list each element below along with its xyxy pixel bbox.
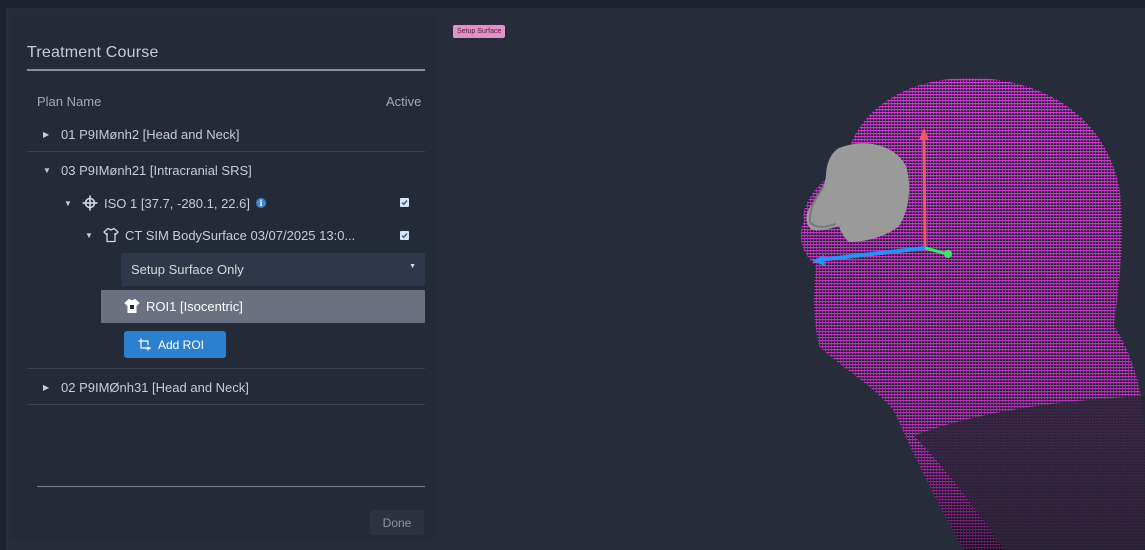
collapse-arrow-icon[interactable]: ▼ [43,166,51,175]
row-divider [27,368,425,369]
plan-row-03[interactable]: ▼ 03 P9IMønh21 [Intracranial SRS] [43,163,252,178]
plan-row-01[interactable]: ▶ 01 P9IMønh2 [Head and Neck] [43,127,240,142]
point-cloud-render[interactable] [444,16,1145,550]
done-button[interactable]: Done [370,510,424,535]
plan-row-02[interactable]: ▶ 02 P9IMØnh31 [Head and Neck] [43,380,249,395]
surface-label: CT SIM BodySurface 03/07/2025 13:0... [125,227,356,243]
expand-arrow-icon[interactable]: ▶ [43,130,51,139]
surface-active-checkbox[interactable] [400,231,409,240]
y-axis-arrow [922,135,927,249]
add-roi-button[interactable]: Add ROI [124,331,226,358]
collapse-arrow-icon[interactable]: ▼ [85,231,93,240]
roi-row-selected[interactable]: ROI1 [Isocentric] [101,290,425,323]
footer-divider [37,486,425,487]
viewport-overlay-tag: Setup Surface [453,25,506,38]
surface-mode-select[interactable]: Setup Surface Only ▼ [121,253,425,286]
chevron-down-icon: ▼ [409,263,416,270]
surface-mode-value: Setup Surface Only [131,262,244,277]
crop-add-icon [138,338,151,351]
surface-row[interactable]: ▼ CT SIM BodySurface 03/07/2025 13:0... [85,227,355,243]
body-outline-icon [103,227,119,243]
row-divider [27,404,425,405]
plan-label: 01 P9IMønh2 [Head and Neck] [61,127,240,142]
crosshair-icon [82,195,98,211]
iso-active-checkbox[interactable] [400,198,409,207]
roi-label: ROI1 [Isocentric] [146,299,243,314]
expand-arrow-icon[interactable]: ▶ [43,383,51,392]
info-icon[interactable]: i [255,198,266,208]
title-divider [27,69,425,71]
active-column-header: Active [386,94,422,109]
plan-label: 03 P9IMønh21 [Intracranial SRS] [61,163,252,178]
roi-torso-icon [124,298,140,319]
collapse-arrow-icon[interactable]: ▼ [64,199,72,208]
iso-label: ISO 1 [37.7, -280.1, 22.6] [104,195,250,211]
plan-name-column-header: Plan Name [37,94,102,109]
row-divider [27,151,425,152]
plan-label: 02 P9IMØnh31 [Head and Neck] [61,380,249,395]
panel-title: Treatment Course [27,44,159,61]
iso-row[interactable]: ▼ ISO 1 [37.7, -280.1, 22.6] i [64,195,266,211]
add-roi-label: Add ROI [158,337,205,352]
